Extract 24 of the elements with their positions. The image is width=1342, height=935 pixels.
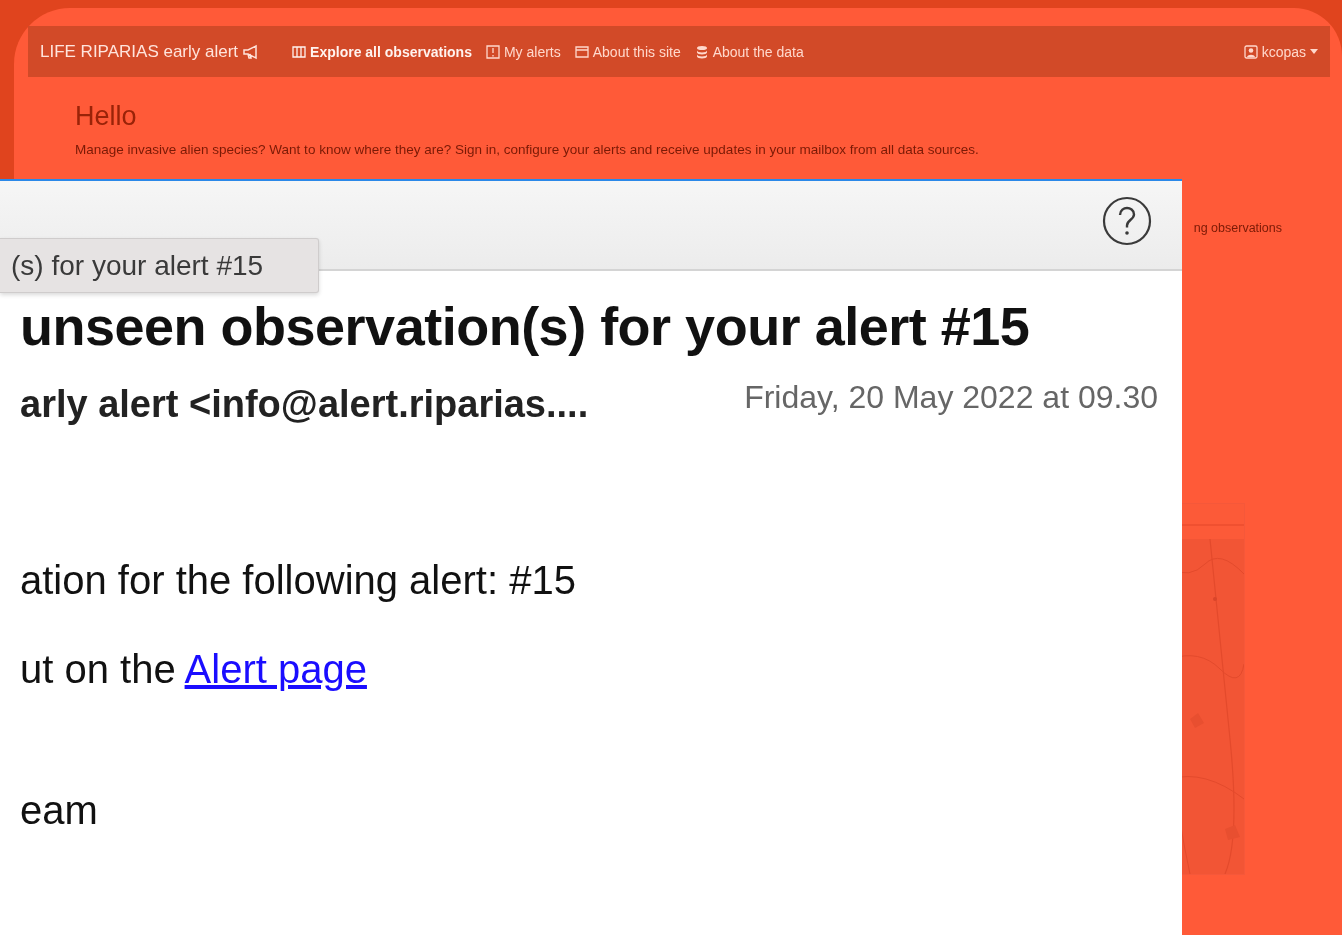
email-text: ut on the Alert page (20, 647, 368, 692)
database-icon (694, 44, 709, 59)
email-text: eam (20, 788, 99, 833)
date-text: Friday, 20 May 2022 at 09.30 (744, 379, 1158, 416)
alert-icon (485, 44, 500, 59)
email-subject: unseen observation(s) for your alert #15 (20, 295, 1031, 357)
email-text: ation for the following alert: #15 (20, 558, 577, 603)
help-icon[interactable] (1102, 196, 1152, 246)
brand-link[interactable]: LIFE RIPARIAS early alert (40, 41, 263, 62)
nav-link[interactable]: About this site (574, 43, 681, 60)
alert-page-link[interactable]: Alert page (184, 647, 367, 691)
window-icon (574, 44, 589, 59)
caret-icon (1310, 49, 1318, 54)
tooltip: (s) for your alert #15 (0, 238, 319, 293)
user-icon (1243, 44, 1258, 59)
sender-text: arly alert <info@alert.riparias.... (20, 383, 589, 426)
intro-text: Manage invasive alien species? Want to know where they are? Sign in, configure your alerts and receive updates in your mailbox from all data sources. (75, 142, 980, 157)
nav-link[interactable]: My alerts (485, 43, 561, 60)
user-menu[interactable]: kcopas (1243, 43, 1318, 60)
page-heading: Hello (75, 101, 138, 132)
nav-link[interactable]: Explore all observations (292, 43, 472, 60)
columns-icon (292, 44, 307, 59)
observations-text: ng observations (1193, 221, 1282, 235)
nav-link[interactable]: About the data (694, 43, 804, 60)
